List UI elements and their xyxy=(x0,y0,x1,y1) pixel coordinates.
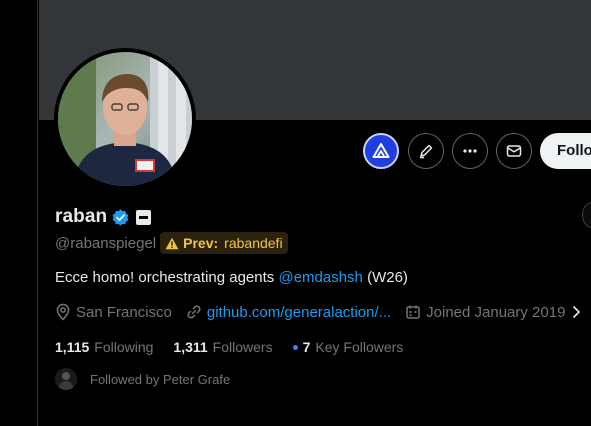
bio-suffix: (W26) xyxy=(362,269,408,286)
website-link[interactable]: github.com/generalaction/... xyxy=(207,304,391,321)
affiliation-badge-icon[interactable] xyxy=(136,209,152,225)
followed-by-text: Followed by Peter Grafe xyxy=(90,371,231,387)
follow-button[interactable]: Follow xyxy=(540,133,591,169)
prev-handle: rabandefi xyxy=(224,235,283,251)
edge-scroll-button[interactable] xyxy=(582,202,591,228)
profile-avatar[interactable] xyxy=(54,48,196,190)
chevron-right-icon[interactable] xyxy=(571,305,581,319)
profile-meta-row: San Francisco github.com/generalaction/.… xyxy=(55,301,581,323)
key-followers-stat[interactable]: 7 Key Followers xyxy=(292,339,404,355)
message-button[interactable] xyxy=(496,133,532,169)
left-rail xyxy=(0,0,38,426)
prev-label: Prev: xyxy=(183,235,219,251)
follower-avatar xyxy=(55,368,77,390)
pencil-icon xyxy=(420,144,433,159)
followers-count: 1,311 xyxy=(173,339,208,355)
following-stat[interactable]: 1,115 Following xyxy=(55,339,153,355)
verified-badge-icon[interactable] xyxy=(111,208,130,227)
profile-bio: Ecce homo! orchestrating agents @emdashs… xyxy=(55,269,408,286)
following-count: 1,115 xyxy=(55,339,90,355)
bio-mention-link[interactable]: @emdashsh xyxy=(278,269,362,286)
calendar-icon xyxy=(406,305,420,319)
website-item[interactable]: github.com/generalaction/... xyxy=(186,304,391,321)
name-row: raban xyxy=(55,206,152,228)
followed-by-row[interactable]: Followed by Peter Grafe xyxy=(55,368,230,390)
profile-handle: @rabanspiegel xyxy=(55,234,157,252)
followers-stat[interactable]: 1,311 Followers xyxy=(173,339,272,355)
location-text: San Francisco xyxy=(76,303,172,321)
follow-stats: 1,115 Following 1,311 Followers 7 Key Fo… xyxy=(55,337,403,357)
key-followers-count: 7 xyxy=(302,339,311,355)
joined-text: Joined January 2019 xyxy=(426,303,566,321)
location-pin-icon xyxy=(56,303,70,321)
more-options-button[interactable] xyxy=(452,133,488,169)
key-followers-label: Key Followers xyxy=(315,339,404,355)
triangle-logo-icon xyxy=(372,143,390,158)
mail-icon xyxy=(506,145,522,157)
display-name: raban xyxy=(55,206,108,227)
followers-label: Followers xyxy=(212,339,273,355)
avatar-photo xyxy=(58,52,192,186)
location-item: San Francisco xyxy=(55,303,172,321)
edit-button[interactable] xyxy=(408,133,444,169)
brand-action-button[interactable] xyxy=(363,133,399,169)
handle-row: @rabanspiegel Prev: rabandefi xyxy=(55,231,288,255)
profile-page: Follow raban @rabanspiegel Prev: rabande… xyxy=(0,0,591,426)
joined-item: Joined January 2019 xyxy=(405,304,565,321)
warning-icon xyxy=(165,237,179,249)
key-followers-dot xyxy=(292,344,298,350)
link-icon xyxy=(187,305,201,319)
bio-text: Ecce homo! orchestrating agents xyxy=(55,269,279,286)
more-icon xyxy=(463,149,477,153)
previous-handle-tag[interactable]: Prev: rabandefi xyxy=(160,232,288,254)
following-label: Following xyxy=(94,339,154,355)
